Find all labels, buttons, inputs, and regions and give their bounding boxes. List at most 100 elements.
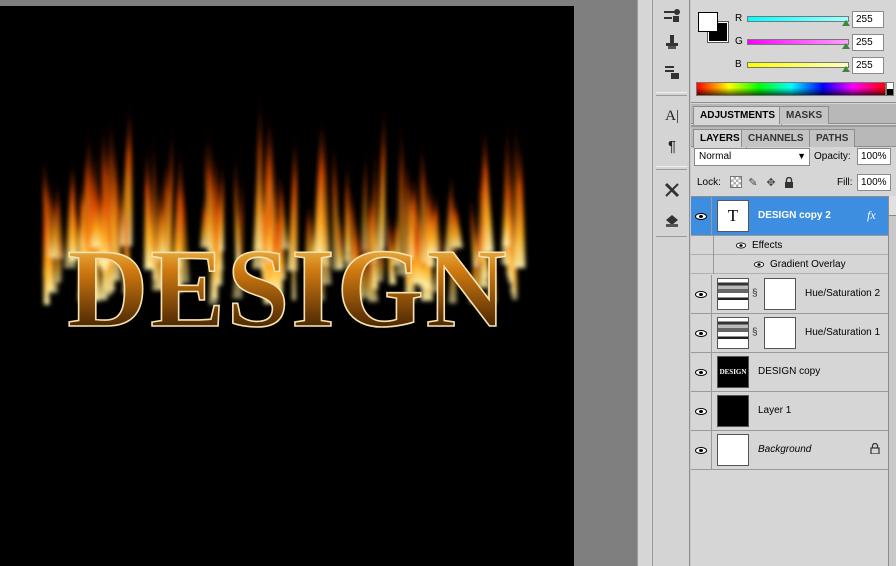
- red-channel-slider[interactable]: [747, 16, 850, 26]
- red-value-input[interactable]: [852, 11, 884, 28]
- eye-icon[interactable]: [753, 261, 765, 268]
- visibility-toggle[interactable]: [691, 275, 712, 313]
- blue-value-input[interactable]: [852, 57, 884, 74]
- eye-icon: [695, 407, 707, 415]
- green-channel-label: G: [735, 36, 743, 47]
- layers-tabbar: LAYERS CHANNELS PATHS: [691, 127, 896, 148]
- layer-name[interactable]: DESIGN copy: [758, 366, 820, 377]
- layer-list: T DESIGN copy 2 fx Effects Gradient Over…: [691, 196, 888, 566]
- type-layer-thumbnail: T: [717, 200, 749, 232]
- foreground-color-swatch[interactable]: [698, 12, 718, 32]
- layer-name[interactable]: Hue/Saturation 2: [805, 288, 880, 299]
- visibility-toggle[interactable]: [691, 392, 712, 430]
- visibility-toggle[interactable]: [691, 353, 712, 391]
- layer-row[interactable]: DESIGN DESIGN copy: [691, 353, 888, 392]
- dock-group-grip[interactable]: [656, 166, 687, 170]
- layer-name[interactable]: Hue/Saturation 1: [805, 327, 880, 338]
- eye-icon: [695, 290, 707, 298]
- visibility-toggle[interactable]: [691, 197, 712, 235]
- tab-channels[interactable]: CHANNELS: [741, 129, 811, 147]
- document-workspace[interactable]: DESIGN: [0, 0, 637, 566]
- document-canvas[interactable]: DESIGN: [0, 6, 574, 566]
- blue-slider-thumb[interactable]: [842, 66, 850, 72]
- tab-masks[interactable]: MASKS: [779, 106, 830, 124]
- effects-label: Effects: [752, 240, 783, 251]
- color-spectrum-ramp[interactable]: [696, 82, 886, 96]
- blend-mode-value: Normal: [699, 151, 732, 162]
- tools-icon[interactable]: [659, 178, 685, 202]
- dock-separator: [656, 236, 687, 237]
- right-panels: R G B ADJUSTMENTS MASKS LAYERS CHANNELS …: [691, 0, 896, 566]
- lock-transparent-icon[interactable]: [730, 176, 742, 188]
- layer-thumbnail: DESIGN: [717, 356, 749, 388]
- layer-mask-thumbnail[interactable]: [764, 278, 796, 310]
- color-panel: R G B: [691, 0, 896, 103]
- tab-paths[interactable]: PATHS: [809, 129, 856, 147]
- fill-label: Fill:: [837, 177, 853, 188]
- eye-icon: [695, 368, 707, 376]
- layer-name[interactable]: Layer 1: [758, 405, 791, 416]
- chevron-down-icon: ▼: [797, 151, 806, 161]
- eye-icon: [695, 329, 707, 337]
- layer-row[interactable]: T DESIGN copy 2 fx: [691, 197, 888, 236]
- paragraph-icon[interactable]: ¶: [659, 134, 685, 158]
- canvas-design-text: DESIGN: [67, 227, 508, 351]
- red-channel-label: R: [735, 13, 743, 24]
- blue-channel-label: B: [735, 59, 742, 70]
- layer-thumbnail: [717, 395, 749, 427]
- adjustments-tabbar: ADJUSTMENTS MASKS: [691, 104, 896, 125]
- green-value-input[interactable]: [852, 34, 884, 51]
- adjustment-thumbnail: [717, 317, 749, 349]
- thumbnail-text: DESIGN: [719, 368, 747, 376]
- fill-input[interactable]: 100%: [857, 174, 891, 191]
- panel-dock-divider[interactable]: [637, 0, 653, 566]
- layer-list-scrollbar[interactable]: [888, 196, 896, 566]
- fire-text-artwork: DESIGN: [43, 83, 526, 352]
- lock-position-icon[interactable]: ✥: [765, 176, 777, 189]
- red-slider-thumb[interactable]: [842, 20, 850, 26]
- eye-icon: [695, 446, 707, 454]
- layer-name[interactable]: Background: [758, 444, 811, 455]
- type-layer-t-icon: T: [727, 206, 739, 225]
- tab-layers[interactable]: LAYERS: [693, 129, 747, 148]
- layer-row[interactable]: Background: [691, 431, 888, 470]
- visibility-toggle[interactable]: [691, 314, 712, 352]
- effect-gradient-overlay: Gradient Overlay: [770, 259, 846, 270]
- layer-row[interactable]: § Hue/Saturation 2: [691, 275, 888, 314]
- opacity-label: Opacity:: [814, 151, 851, 162]
- layer-name[interactable]: DESIGN copy 2: [758, 210, 831, 221]
- visibility-toggle[interactable]: [691, 431, 712, 469]
- tab-adjustments[interactable]: ADJUSTMENTS: [693, 106, 783, 125]
- brush-presets-icon[interactable]: [659, 4, 685, 28]
- eye-icon: [695, 212, 707, 220]
- green-slider-thumb[interactable]: [842, 43, 850, 49]
- layer-mask-thumbnail[interactable]: [764, 317, 796, 349]
- lock-icon: [870, 442, 880, 457]
- green-channel-slider[interactable]: [747, 39, 850, 49]
- lock-image-icon[interactable]: ✎: [747, 176, 759, 189]
- tool-presets-icon[interactable]: [659, 60, 685, 84]
- lock-all-icon[interactable]: [783, 176, 795, 188]
- panel-icon-dock: A| ¶: [653, 0, 690, 566]
- black-white-ramp[interactable]: [886, 82, 894, 96]
- blend-mode-select[interactable]: Normal ▼: [694, 148, 810, 166]
- blue-channel-slider[interactable]: [747, 62, 850, 72]
- effects-row[interactable]: Effects: [691, 236, 888, 255]
- lock-label: Lock:: [697, 177, 721, 188]
- adjustment-thumbnail: [717, 278, 749, 310]
- opacity-input[interactable]: 100%: [857, 148, 891, 165]
- layer-row[interactable]: § Hue/Saturation 1: [691, 314, 888, 353]
- actions-icon[interactable]: [659, 208, 685, 232]
- layer-row[interactable]: Layer 1: [691, 392, 888, 431]
- fx-icon[interactable]: fx: [867, 208, 876, 223]
- effect-row[interactable]: Gradient Overlay: [691, 255, 888, 274]
- flame-streak: [254, 83, 263, 251]
- eye-icon[interactable]: [735, 242, 747, 249]
- character-icon[interactable]: A|: [659, 104, 685, 128]
- chain-link-icon[interactable]: §: [752, 288, 758, 299]
- scrollbar-thumb[interactable]: [889, 196, 896, 216]
- dock-group-grip[interactable]: [656, 92, 687, 96]
- chain-link-icon[interactable]: §: [752, 327, 758, 338]
- clone-source-icon[interactable]: [659, 30, 685, 54]
- layer-thumbnail: [717, 434, 749, 466]
